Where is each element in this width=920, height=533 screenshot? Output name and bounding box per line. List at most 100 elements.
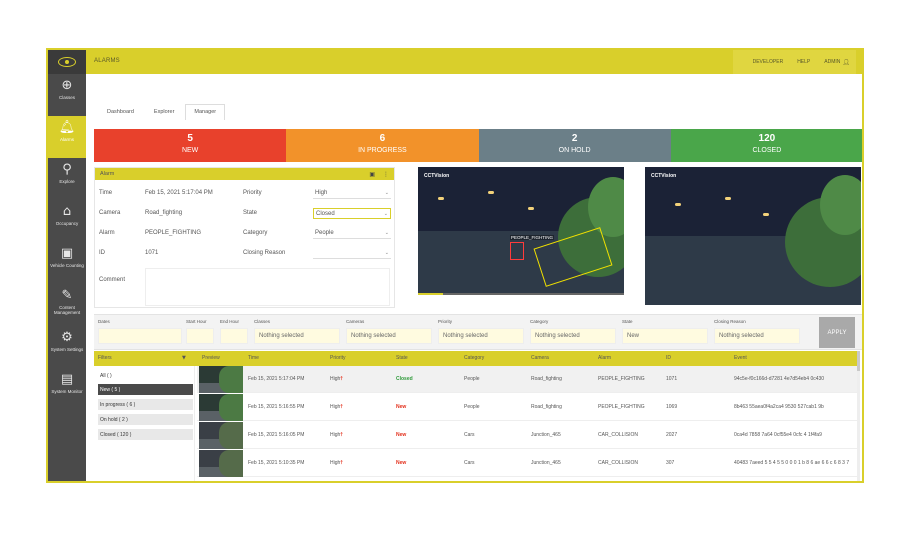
alarm-value: PEOPLE_FIGHTING [145,230,202,236]
filter-new[interactable]: New ( 5 ) [98,384,193,395]
sidebar-item-system-monitor[interactable]: ▤ System Monitor [48,368,86,410]
sidebar-item-label: Content Management [53,305,81,315]
camera-header[interactable]: Camera [531,355,549,361]
row-time: Feb 15, 2021 5:16:05 PM [248,432,305,438]
category-filter-select[interactable]: Nothing selected [530,328,616,344]
sidebar-item-system-settings[interactable]: ⚙ System Settings [48,326,86,368]
dates-input[interactable] [98,328,182,344]
row-camera: Road_fighting [531,404,562,410]
category-header[interactable]: Category [464,355,484,361]
dates-label: Dates [98,319,110,324]
end-hour-input[interactable] [220,328,248,344]
filter-in-progress[interactable]: In progress ( 6 ) [98,399,193,410]
sidebar-item-vehicle-counting[interactable]: ▣ Vehicle Counting [48,242,86,284]
developer-link[interactable]: DEVELOPER [753,59,784,65]
preview-thumbnail[interactable] [199,422,243,449]
logo[interactable] [48,50,86,74]
start-hour-input[interactable] [186,328,214,344]
state-select[interactable]: Closed ⌄ [313,208,391,219]
alarm-detail-panel: Alarm ▣ ⋮ Time Feb 15, 2021 5:17:04 PM C… [94,167,395,308]
more-options-icon[interactable]: ⋮ [383,171,389,178]
row-time: Feb 15, 2021 5:10:35 PM [248,460,305,466]
row-event: 8b463 55aea0f4a2ca4 9530 527cab1 9b [734,404,824,410]
priority-filter-select[interactable]: Nothing selected [438,328,524,344]
priority-filter-value: Nothing selected [443,333,488,339]
user-icon[interactable]: 👤︎ [842,59,850,66]
priority-header[interactable]: Priority [330,355,346,361]
closing-reason-filter-select[interactable]: Nothing selected [714,328,800,344]
vehicle-counting-icon: ▣ [60,246,74,261]
sidebar-item-explore[interactable]: ⚲ Explore [48,158,86,200]
row-alarm: PEOPLE_FIGHTING [598,404,645,410]
category-select[interactable]: People ⌄ [313,228,391,239]
time-value: Feb 15, 2021 5:17:04 PM [145,190,213,196]
state-header[interactable]: State [396,355,408,361]
row-id: 1069 [666,404,678,410]
table-row[interactable]: Feb 15, 2021 5:17:04 PM High🡑 Closed Peo… [197,366,859,393]
app-window: ⊕ Classes 🔔︎ Alarms ⚲ Explore ⌂ Occupanc… [46,48,864,483]
scrollbar-thumb[interactable] [857,351,860,371]
status-card-on-hold[interactable]: 2 ON HOLD [478,129,671,162]
closing-reason-filter-label: Closing Reason [714,319,746,324]
state-filter-select[interactable]: New [622,328,708,344]
row-state: New [396,460,407,466]
filters-header: Filters [98,355,112,361]
classes-value: Nothing selected [259,333,304,339]
priority-label: Priority [243,190,262,196]
row-category: People [464,404,480,410]
status-card-in-progress[interactable]: 6 IN PROGRESS [286,129,479,162]
sidebar-item-content-management[interactable]: ✎ Content Management [48,284,86,326]
comment-field[interactable] [145,268,390,306]
camera-label: Camera [99,210,121,216]
status-card-closed[interactable]: 120 CLOSED [670,129,862,162]
sidebar-item-classes[interactable]: ⊕ Classes [48,74,86,116]
status-count: 2 [571,133,578,144]
closing-reason-select[interactable]: ⌄ [313,248,391,259]
tab-dashboard[interactable]: Dashboard [98,104,143,120]
table-scrollbar[interactable] [857,351,860,481]
video-player-live[interactable]: CCTVision PEOPLE_FIGHTING [418,167,624,295]
video-progress-bar[interactable] [418,293,624,295]
table-row[interactable]: Feb 15, 2021 5:16:05 PM High🡑 New Cars J… [197,422,859,449]
id-header[interactable]: ID [666,355,671,361]
row-alarm: PEOPLE_FIGHTING [598,376,645,382]
help-link[interactable]: HELP [797,59,810,65]
status-card-new[interactable]: 5 NEW [94,129,287,162]
table-row[interactable]: Feb 15, 2021 5:16:55 PM High🡑 New People… [197,394,859,421]
sidebar-item-occupancy[interactable]: ⌂ Occupancy [48,200,86,242]
row-camera: Road_fighting [531,376,562,382]
save-icon[interactable]: ▣ [369,171,375,178]
time-header[interactable]: Time [248,355,259,361]
state-filter-label: State [622,319,633,324]
start-hour-label: Start Hour [186,319,207,324]
row-state: New [396,432,407,438]
tab-explorer[interactable]: Explorer [145,104,183,120]
classes-select[interactable]: Nothing selected [254,328,340,344]
row-id: 1071 [666,376,678,382]
preview-thumbnail[interactable] [199,394,243,421]
sidebar-item-alarms[interactable]: 🔔︎ Alarms [48,116,86,158]
video-player-snapshot[interactable]: CCTVision [645,167,861,305]
scene-light [438,197,444,200]
alarm-header[interactable]: Alarm [598,355,611,361]
cameras-select[interactable]: Nothing selected [346,328,432,344]
scene-light [528,207,534,210]
tab-manager[interactable]: Manager [185,104,226,120]
chevron-down-icon: ⌄ [384,230,389,236]
filter-closed[interactable]: Closed ( 120 ) [98,429,193,440]
event-header[interactable]: Event [734,355,747,361]
arrow-up-icon: 🡑 [340,432,343,438]
filter-funnel-icon[interactable]: ▼ [182,355,186,361]
table-row[interactable]: Feb 15, 2021 5:10:35 PM High🡑 New Cars J… [197,450,859,477]
preview-thumbnail[interactable] [199,366,243,393]
category-filter-value: Nothing selected [535,333,580,339]
apply-button[interactable]: APPLY [819,317,855,348]
preview-thumbnail[interactable] [199,450,243,477]
state-label: State [243,210,258,216]
priority-select[interactable]: High ⌄ [313,188,391,199]
filter-on-hold[interactable]: On hold ( 2 ) [98,414,193,425]
admin-link[interactable]: ADMIN [824,59,840,65]
chevron-down-icon: ⌄ [384,190,389,196]
priority-text: High [330,460,341,466]
filter-all[interactable]: All ( ) [98,370,193,381]
